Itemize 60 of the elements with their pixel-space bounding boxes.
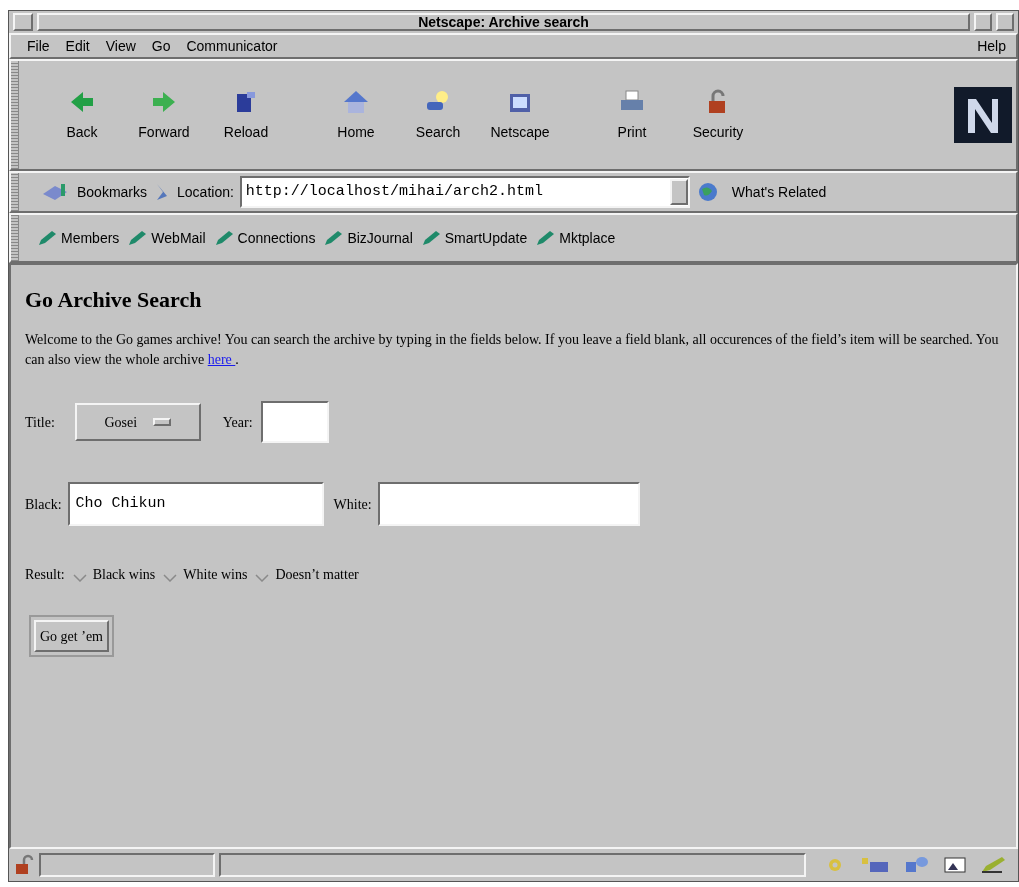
bookmark-link[interactable]: Mktplace	[559, 227, 616, 249]
toolbar-button[interactable]: Back	[41, 75, 123, 155]
bookmark-link[interactable]: SmartUpdate	[444, 227, 528, 249]
toolbar-button[interactable]: Forward	[123, 75, 205, 155]
window-menu-button[interactable]	[13, 13, 33, 31]
location-label: Location:	[177, 182, 234, 202]
field-label: Title:	[25, 413, 55, 432]
bookmark-link[interactable]: Members	[61, 227, 120, 249]
mail-icon	[860, 856, 890, 874]
menu-item[interactable]: Go	[143, 35, 179, 57]
toolbar-button[interactable]: Reload	[205, 75, 287, 155]
maximize-button[interactable]	[996, 13, 1014, 31]
pencil-icon	[535, 230, 556, 246]
location-field[interactable]: http://localhost/mihai/arch2.html	[239, 176, 690, 208]
logo-icon	[954, 87, 1012, 143]
field-label: White:	[333, 495, 372, 514]
picture-frame-icon	[944, 856, 966, 874]
player-name-field[interactable]: Cho Chikun	[67, 482, 324, 526]
pencil-icon	[420, 230, 441, 246]
toolbar-grip[interactable]	[11, 215, 19, 261]
toolbar-button[interactable]: Print	[589, 75, 675, 155]
radio-label: Doesn’t matter	[275, 566, 359, 584]
whats-related-button[interactable]: What's Related	[731, 181, 827, 203]
menu-item[interactable]: Help	[975, 35, 1008, 57]
bookmark-link[interactable]: WebMail	[151, 227, 206, 249]
intro-paragraph: Welcome to the Go games archive! You can search the archive by typing in the fields below. If you leave a field blank, all occurences of the field’s item will be searched. You can also view the whole archive here .	[25, 331, 1000, 369]
window-title: Netscape: Archive search	[418, 12, 589, 32]
pencil-icon	[323, 230, 344, 246]
year-field[interactable]	[260, 401, 329, 443]
padlock-icon	[13, 854, 35, 876]
field-label: Year:	[222, 413, 253, 432]
submit-button[interactable]: Go get ’em	[34, 620, 109, 652]
bookmark-link[interactable]: Connections	[237, 227, 316, 249]
pencil-icon	[213, 230, 234, 246]
pencil-icon	[127, 230, 148, 246]
menu-item[interactable]: Communicator	[178, 35, 286, 57]
pencil-icon	[37, 230, 57, 246]
opponent-name-field[interactable]	[377, 482, 640, 526]
toolbar-grip[interactable]	[11, 61, 19, 169]
minimize-button[interactable]	[974, 13, 992, 31]
toolbar-button[interactable]: Home	[315, 75, 397, 155]
menu-item[interactable]: Edit	[57, 35, 98, 57]
here-link[interactable]: here	[207, 352, 236, 367]
field-label: Black:	[25, 495, 62, 514]
title-dropdown[interactable]: Gosei	[74, 403, 201, 441]
field-label: Result:	[25, 566, 65, 584]
pencil-icon	[980, 856, 1006, 874]
toolbar-button[interactable]: Netscape	[479, 75, 561, 155]
menu-item[interactable]: View	[97, 35, 144, 57]
dropdown-button[interactable]	[669, 179, 688, 205]
page-heading: Go Archive Search	[25, 286, 203, 314]
bookmarks-button[interactable]: Bookmarks	[77, 181, 148, 203]
menu-item[interactable]: File	[19, 35, 58, 57]
radio-label: Black wins	[92, 566, 156, 584]
radio-label: White wins	[183, 566, 248, 584]
toolbar-button[interactable]: Security	[675, 75, 761, 155]
toolbar-grip[interactable]	[11, 173, 19, 211]
toolbar-button[interactable]: Search	[397, 75, 479, 155]
bookmark-link[interactable]: BizJournal	[347, 227, 413, 249]
chat-icon	[904, 856, 930, 874]
